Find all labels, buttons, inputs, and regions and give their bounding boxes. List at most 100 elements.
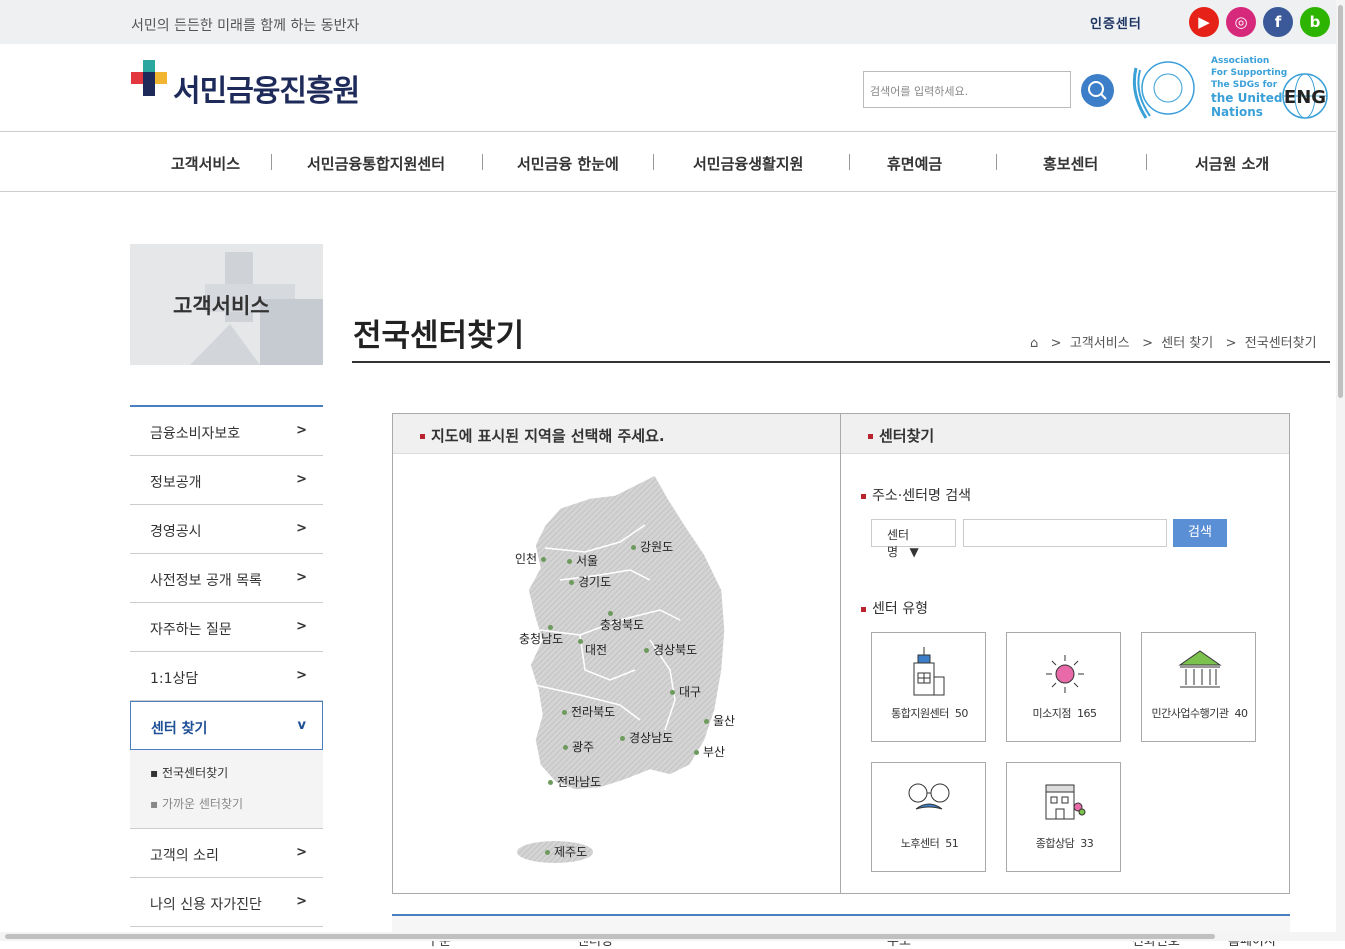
nav-divider [653, 154, 654, 170]
search-button[interactable] [1081, 74, 1114, 107]
side-nav-item[interactable]: 사전정보 공개 목록 > [130, 554, 323, 603]
nav-item-life-support[interactable]: 서민금융생활지원 [693, 153, 803, 174]
side-nav-item[interactable]: 1:1상담 > [130, 652, 323, 701]
breadcrumb-item: 전국센터찾기 [1244, 336, 1317, 351]
region-chungnam[interactable]: 충청남도 [519, 630, 563, 647]
chevron-down-icon: v [297, 718, 306, 733]
type-card-integrated[interactable]: 통합지원센터 50 [871, 632, 986, 742]
shop-icon [1045, 784, 1086, 820]
search-icon [1088, 81, 1107, 100]
nav-divider [1146, 154, 1147, 170]
region-gyeongnam[interactable]: 경상남도 [620, 729, 673, 746]
region-ulsan[interactable]: 울산 [704, 712, 735, 729]
side-nav-item[interactable]: 자주하는 질문 > [130, 603, 323, 652]
horizontal-scrollbar-thumb[interactable] [5, 934, 1215, 939]
region-daejeon[interactable]: 대전 [585, 641, 607, 658]
logo-mark-icon[interactable] [131, 60, 169, 98]
nav-divider [271, 154, 272, 170]
bank-icon [1178, 650, 1222, 688]
chevron-right-icon: > [296, 668, 307, 683]
keyword-input[interactable] [963, 519, 1167, 547]
nav-divider [849, 154, 850, 170]
chevron-right-icon: > [296, 472, 307, 487]
type-card-label: 민간사업수행기관 40 [1151, 707, 1248, 720]
region-jeonbuk[interactable]: 전라북도 [562, 703, 615, 720]
region-gyeonggi[interactable]: 경기도 [569, 573, 611, 590]
nav-item-customer-service[interactable]: 고객서비스 [171, 153, 240, 174]
breadcrumb-item[interactable]: 고객서비스 [1070, 336, 1130, 351]
nav-item-pr-center[interactable]: 홍보센터 [1043, 153, 1098, 174]
region-gyeongbuk[interactable]: 경상북도 [644, 641, 697, 658]
side-nav-item-center-find[interactable]: 센터 찾기 v [130, 701, 323, 750]
region-daegu[interactable]: 대구 [670, 683, 701, 700]
slogan: 서민의 든든한 미래를 함께 하는 동반자 [131, 18, 360, 34]
korea-map[interactable] [500, 470, 740, 870]
side-nav-submenu: ▪ 전국센터찾기 ▪ 가까운 센터찾기 [130, 750, 323, 829]
chevron-right-icon: > [296, 894, 307, 909]
chevron-right-icon: > [296, 845, 307, 860]
vertical-scrollbar-thumb[interactable] [1338, 5, 1343, 398]
chevron-right-icon: > [296, 570, 307, 585]
finder-heading: 센터찾기 [879, 427, 935, 445]
breadcrumb: ⌂ > 고객서비스 > 센터 찾기 > 전국센터찾기 [1030, 336, 1317, 351]
nav-item-at-a-glance[interactable]: 서민금융 한눈에 [517, 153, 619, 174]
map-panel-header: 지도에 표시된 지역을 선택해 주세요. [393, 414, 840, 454]
search-label: 주소·센터명 검색 [861, 485, 971, 505]
center-search-button[interactable]: 검색 [1173, 519, 1227, 547]
region-seoul[interactable]: 서울 [567, 552, 598, 569]
region-jeju[interactable]: 제주도 [545, 843, 587, 860]
region-chungbuk-label[interactable]: 충청북도 [600, 616, 644, 633]
facebook-icon[interactable]: f [1263, 7, 1293, 37]
nav-divider [996, 154, 997, 170]
type-card-private-agency[interactable]: 민간사업수행기관 40 [1141, 632, 1256, 742]
sdg-emblem-icon [1132, 61, 1195, 119]
breadcrumb-item[interactable]: 센터 찾기 [1161, 336, 1213, 351]
page-title: 전국센터찾기 [353, 318, 525, 354]
side-nav-item[interactable]: 정보공개 > [130, 456, 323, 505]
nav-item-dormant-deposit[interactable]: 휴면예금 [887, 153, 942, 174]
lnb-title-box: 고객서비스 [130, 244, 323, 365]
region-jeonnam[interactable]: 전라남도 [548, 773, 601, 790]
sdg-text: Association For Supporting The SDGs for … [1211, 56, 1288, 119]
region-gangwon[interactable]: 강원도 [631, 538, 673, 555]
nav-item-about[interactable]: 서금원 소개 [1195, 153, 1269, 174]
side-nav-item[interactable]: 고객의 소리 > [130, 829, 323, 878]
blog-icon[interactable]: b [1300, 7, 1330, 37]
logo-text[interactable]: 서민금융진흥원 [173, 66, 360, 110]
building-icon [913, 647, 945, 696]
type-label: 센터 유형 [861, 598, 928, 618]
type-card-senior[interactable]: 노후센터 51 [871, 762, 986, 872]
chevron-right-icon: > [296, 423, 307, 438]
submenu-item-nationwide[interactable]: ▪ 전국센터찾기 [150, 764, 303, 781]
panel-divider [840, 414, 841, 893]
side-nav-item[interactable]: 나의 신용 자가진단 > [130, 878, 323, 927]
region-gwangju[interactable]: 광주 [563, 738, 594, 755]
region-busan[interactable]: 부산 [694, 743, 725, 760]
instagram-icon[interactable]: ◎ [1226, 7, 1256, 37]
side-nav-item[interactable]: 경영공시 > [130, 505, 323, 554]
search-input[interactable]: 검색어를 입력하세요. [863, 71, 1071, 108]
side-nav-item[interactable]: 금융소비자보호 > [130, 407, 323, 456]
type-card-label: 종합상담 33 [1035, 837, 1094, 850]
finder-panel-header: 센터찾기 [841, 414, 1289, 454]
search-type-select[interactable]: 센터명 ▼ [871, 519, 956, 559]
type-card-label: 미소지점 165 [1032, 707, 1097, 720]
submenu-item-nearby[interactable]: ▪ 가까운 센터찾기 [150, 795, 303, 812]
map-heading: 지도에 표시된 지역을 선택해 주세요. [431, 427, 665, 445]
eng-globe-button[interactable]: ENG [1281, 72, 1329, 120]
type-card-label: 통합지원센터 50 [891, 707, 968, 720]
type-card-consulting[interactable]: 종합상담 33 [1006, 762, 1121, 872]
chevron-right-icon: > [296, 619, 307, 634]
home-icon[interactable]: ⌂ [1030, 336, 1038, 351]
region-incheon[interactable]: 인천 [515, 550, 550, 567]
youtube-icon[interactable]: ▶ [1189, 7, 1219, 37]
glasses-mustache-icon [908, 783, 950, 810]
nav-divider [482, 154, 483, 170]
nav-item-integrated-center[interactable]: 서민금융통합지원센터 [307, 153, 445, 174]
type-card-miso[interactable]: 미소지점 165 [1006, 632, 1121, 742]
eng-label: ENG [1284, 87, 1326, 108]
cert-center-link[interactable]: 인증센터 [1090, 13, 1142, 32]
sun-icon [1046, 655, 1084, 693]
dropdown-arrow-icon: ▼ [909, 545, 919, 559]
type-card-label: 노후센터 51 [900, 837, 959, 850]
